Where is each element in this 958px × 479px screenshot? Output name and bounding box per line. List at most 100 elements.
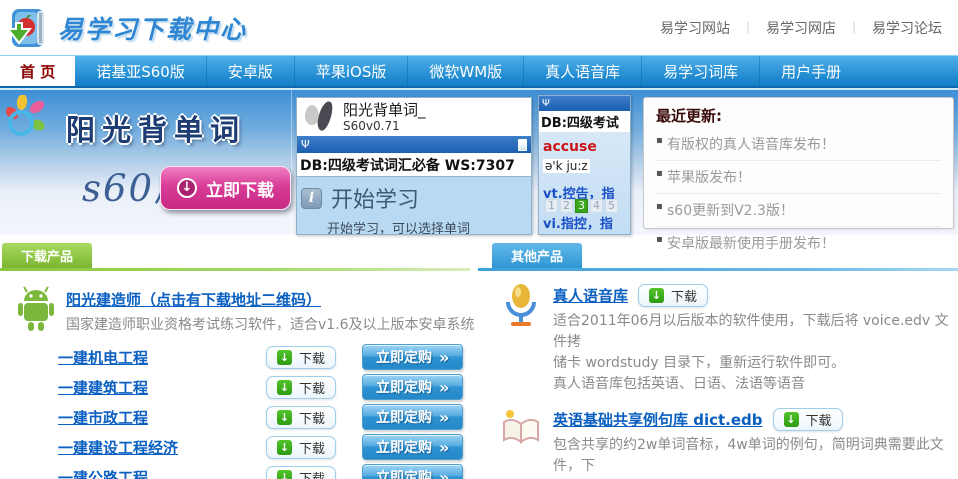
phone2-meaning-vi: vi.指控，指 [543, 213, 630, 232]
download-button-label: 下载 [299, 348, 325, 367]
tab-downloads: 下载产品 [2, 243, 92, 268]
banner-download-button[interactable]: ↓ 立即下载 [160, 166, 291, 210]
antenna-icon: Ψ [542, 98, 550, 109]
course-link[interactable]: 一建公路工程 [58, 467, 266, 479]
download-button-label: 下载 [671, 286, 697, 305]
order-button-label: 立即定购 [376, 437, 432, 457]
top-link-forum[interactable]: 易学习论坛 [872, 18, 942, 38]
download-row: 一建市政工程 ↓下载 立即定购» [58, 402, 478, 432]
microphone-icon [500, 284, 542, 330]
order-button-label: 立即定购 [376, 467, 432, 479]
other-item-sentences: 英语基础共享例句库 dict.edb ↓下载 包含共享的约2w单词音标，4w单词… [478, 408, 958, 479]
phone1-selected-row: i 开始学习 [297, 176, 531, 216]
download-button[interactable]: ↓下载 [266, 406, 336, 429]
download-arrow-icon: ↓ [277, 350, 292, 365]
course-link[interactable]: 一建建筑工程 [58, 377, 266, 398]
bullet-icon: ▪ [656, 234, 663, 245]
download-rows: 一建机电工程 ↓下载 立即定购» 一建建筑工程 ↓下载 立即定购» 一建市政工程… [0, 342, 478, 479]
banner-product-title: 阳光背单词 [66, 107, 246, 149]
order-button-label: 立即定购 [376, 407, 432, 427]
downloads-rule [0, 268, 470, 271]
download-button[interactable]: ↓ 下载 [773, 408, 843, 431]
order-button-label: 立即定购 [376, 377, 432, 397]
nav-item-manual[interactable]: 用户手册 [759, 56, 862, 86]
nav-item-ios[interactable]: 苹果iOS版 [294, 56, 408, 86]
page-number: 4 [590, 199, 603, 213]
pinwheel-icon [4, 95, 50, 143]
course-link[interactable]: 一建建设工程经济 [58, 437, 266, 458]
recent-updates-panel: 最近更新: ▪ 有版权的真人语音库发布！ ▪ 苹果版发布！ ▪ s60更新到V2… [643, 97, 954, 229]
download-button-label: 下载 [806, 410, 832, 429]
update-item-text: 苹果版发布！ [667, 170, 751, 186]
download-button[interactable]: ↓下载 [266, 376, 336, 399]
open-book-icon [500, 408, 542, 450]
builder-product-link[interactable]: 阳光建造师（点击有下载地址二维码） [66, 291, 321, 309]
download-row: 一建公路工程 ↓ 下载 立即定购» [58, 462, 478, 479]
sentence-lib-link[interactable]: 英语基础共享例句库 dict.edb [553, 409, 763, 430]
update-item[interactable]: ▪ s60更新到V2.3版！ [656, 194, 941, 227]
updates-panel-wrap: 最近更新: ▪ 有版权的真人语音库发布！ ▪ 苹果版发布！ ▪ s60更新到V2… [634, 90, 958, 235]
download-arrow-icon: ↓ [277, 470, 292, 479]
phone-screenshot-2: Ψ DB:四级考试 accuse ə'k ju:z vt.控告，指 1 2 3 … [538, 95, 631, 235]
product-columns: 下载产品 阳光建造 [0, 243, 958, 479]
download-button[interactable]: ↓ 下载 [266, 346, 336, 369]
download-button-label: 下载 [299, 468, 325, 479]
update-item[interactable]: ▪ 安卓版最新使用手册发布！ [656, 227, 941, 259]
top-link-store[interactable]: 易学习网店 [766, 18, 836, 38]
banner-screenshots: 阳光背单词_ S60v0.71 Ψ DB:四级考试词汇必备 WS:7307 i … [292, 90, 634, 235]
update-item[interactable]: ▪ 苹果版发布！ [656, 161, 941, 194]
bullet-icon: ▪ [656, 135, 663, 146]
bullet-icon: ▪ [656, 168, 663, 179]
nav-item-dict[interactable]: 易学习词库 [641, 56, 759, 86]
chevron-right-icon: » [439, 378, 449, 397]
phone2-phonetic: ə'k ju:z [543, 159, 590, 173]
nav-item-s60[interactable]: 诺基亚S60版 [75, 56, 206, 86]
phone1-menu-item: 开始学习 [331, 182, 419, 214]
voice-lib-link[interactable]: 真人语音库 [553, 285, 628, 306]
download-button[interactable]: ↓ 下载 [266, 466, 336, 479]
phone2-word: accuse [543, 139, 630, 155]
voice-lib-desc-3: 真人语音库包括英语、日语、法语等语音 [553, 374, 958, 395]
voice-lib-desc-2: 储卡 wordstudy 目录下，重新运行软件即可。 [553, 353, 958, 374]
others-rule [478, 268, 958, 271]
download-arrow-icon: ↓ [277, 410, 292, 425]
download-row: 一建建筑工程 ↓下载 立即定购 » [58, 372, 478, 402]
chevron-right-icon: » [439, 348, 449, 367]
header: 易学习下载中心 易学习网站 ｜ 易学习网店 ｜ 易学习论坛 [0, 0, 958, 55]
phone-screenshot-1: 阳光背单词_ S60v0.71 Ψ DB:四级考试词汇必备 WS:7307 i … [296, 97, 532, 235]
course-link[interactable]: 一建机电工程 [58, 347, 266, 368]
app-logo-icon [297, 99, 343, 135]
order-button[interactable]: 立即定购» [362, 464, 463, 479]
app-title: 阳光背单词_ [343, 102, 426, 119]
download-arrow-icon: ↓ [784, 412, 799, 427]
page-number: 5 [605, 199, 618, 213]
page-number-active: 3 [575, 199, 588, 213]
nav-item-wm[interactable]: 微软WM版 [407, 56, 523, 86]
phone2-db-line: DB:四级考试 [539, 111, 630, 132]
site-logo[interactable]: 易学习下载中心 [6, 3, 247, 53]
banner-download-label: 立即下载 [206, 176, 274, 201]
download-button[interactable]: ↓下载 [266, 436, 336, 459]
update-item-text: 有版权的真人语音库发布！ [667, 137, 835, 153]
top-link-website[interactable]: 易学习网站 [660, 18, 730, 38]
nav-item-home[interactable]: 首 页 [0, 56, 75, 86]
order-button[interactable]: 立即定购 » [362, 434, 463, 460]
order-button[interactable]: 立即定购» [362, 344, 463, 370]
order-button[interactable]: 立即定购 » [362, 374, 463, 400]
download-button-label: 下载 [299, 438, 325, 457]
phone1-statusbar: Ψ [297, 136, 531, 153]
nav-item-android[interactable]: 安卓版 [206, 56, 294, 86]
chevron-right-icon: » [439, 438, 449, 457]
download-button[interactable]: ↓下载 [638, 284, 708, 307]
course-link[interactable]: 一建市政工程 [58, 407, 266, 428]
order-button[interactable]: 立即定购» [362, 404, 463, 430]
battery-icon [518, 139, 527, 151]
nav-item-voice[interactable]: 真人语音库 [523, 56, 641, 86]
page-number: 2 [560, 199, 573, 213]
updates-title: 最近更新: [656, 105, 941, 126]
phone1-menu-subtext: 开始学习，可以选择单词 [297, 216, 531, 235]
update-item[interactable]: ▪ 有版权的真人语音库发布！ [656, 128, 941, 161]
builder-product: 阳光建造师（点击有下载地址二维码） 国家建造师职业资格考试练习软件，适合v1.6… [14, 285, 478, 336]
builder-product-desc: 国家建造师职业资格考试练习软件，适合v1.6及以上版本安卓系统 [66, 315, 475, 336]
phone1-header: 阳光背单词_ S60v0.71 [297, 98, 531, 136]
